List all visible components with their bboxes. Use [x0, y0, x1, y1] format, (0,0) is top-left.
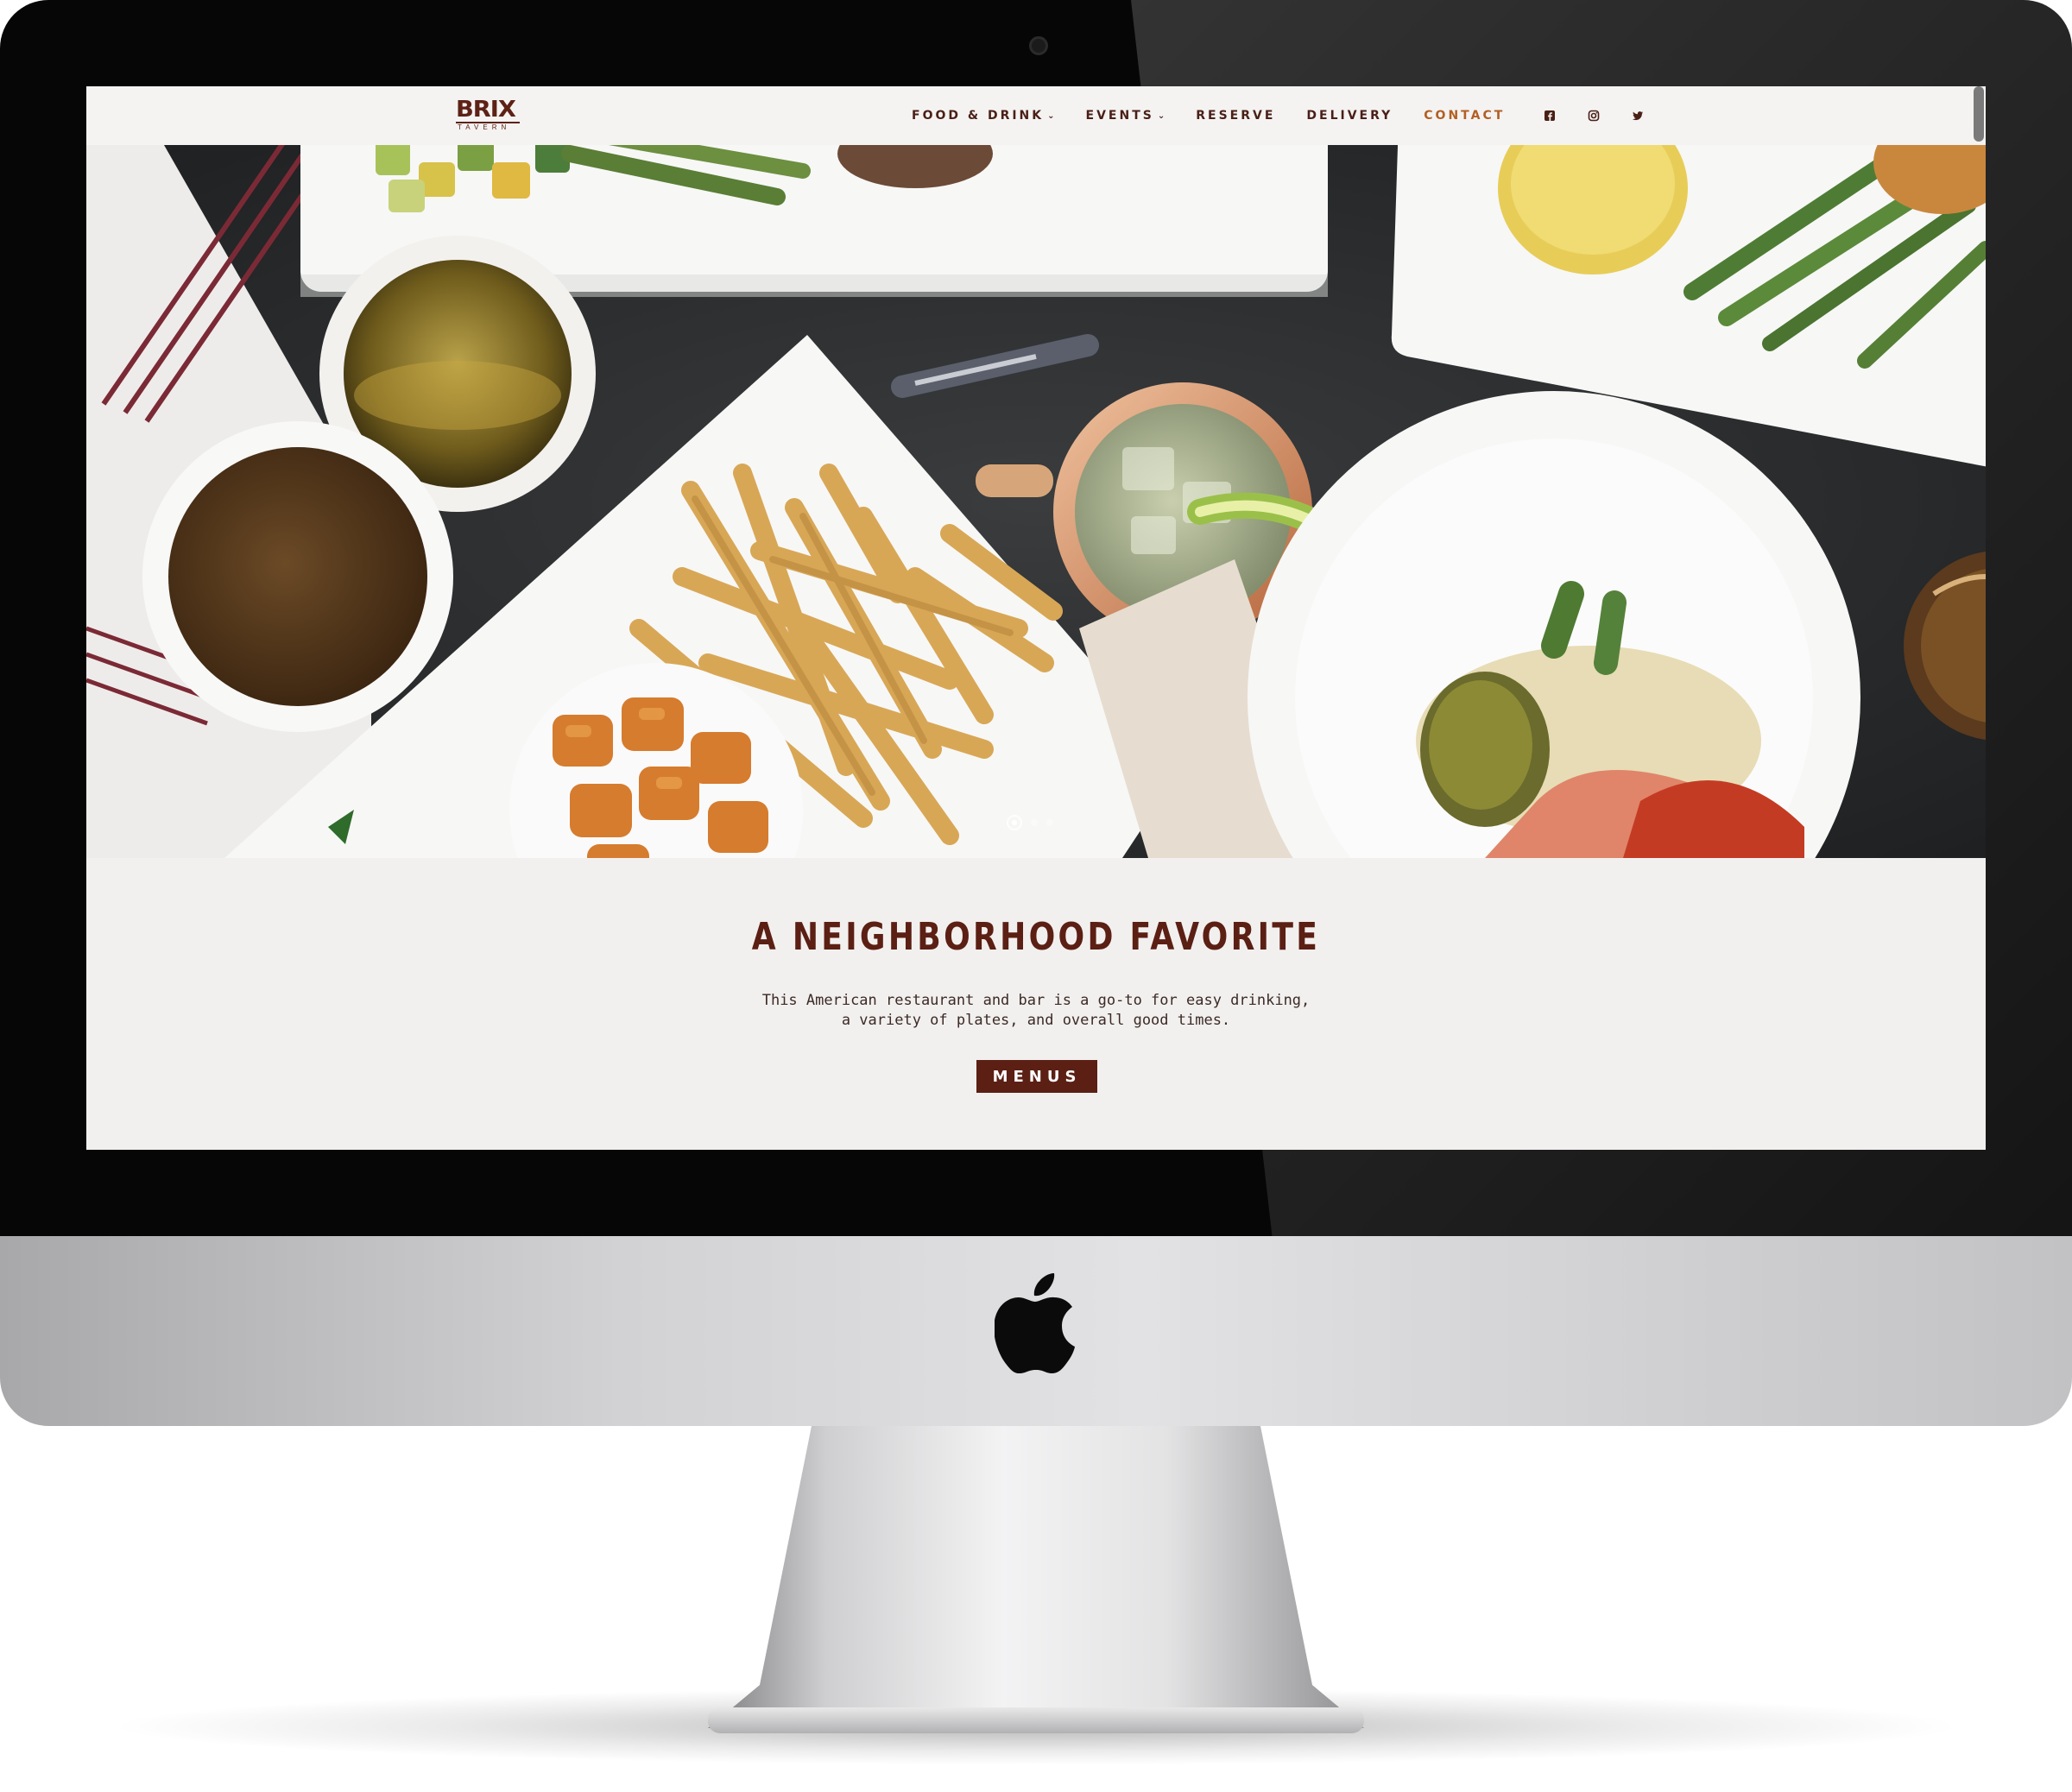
hero-food-photo	[86, 145, 1986, 858]
description-line: a variety of plates, and overall good ti…	[841, 1012, 1231, 1029]
nav-food-drink[interactable]: FOOD & DRINK ⌄	[912, 109, 1055, 123]
logo-wordmark: BRIX	[456, 97, 516, 123]
nav-delivery[interactable]: DELIVERY	[1306, 109, 1393, 123]
brand-logo[interactable]: BRIX TAVERN	[456, 98, 520, 133]
browser-viewport: BRIX TAVERN FOOD & DRINK ⌄ EVENTS ⌄ RESE…	[86, 86, 1986, 1150]
apple-logo-icon	[995, 1273, 1075, 1373]
description-line: This American restaurant and bar is a go…	[761, 992, 1311, 1009]
section-description: This American restaurant and bar is a go…	[691, 991, 1381, 1031]
nav-contact-label: CONTACT	[1424, 109, 1506, 123]
slider-dot[interactable]	[1046, 819, 1053, 826]
camera-icon	[1029, 36, 1048, 55]
imac-chin	[0, 1236, 2072, 1426]
instagram-icon[interactable]	[1587, 109, 1601, 123]
social-links	[1543, 109, 1675, 123]
site-header: BRIX TAVERN FOOD & DRINK ⌄ EVENTS ⌄ RESE…	[86, 86, 1986, 146]
menus-button[interactable]: MENUS	[976, 1060, 1097, 1093]
nav-delivery-label: DELIVERY	[1306, 109, 1393, 123]
nav-contact[interactable]: CONTACT	[1424, 109, 1505, 123]
nav-reserve[interactable]: RESERVE	[1196, 109, 1275, 123]
slider-dot-active[interactable]	[1007, 815, 1022, 830]
chevron-down-icon: ⌄	[1157, 110, 1166, 121]
nav-food-drink-label: FOOD & DRINK	[912, 109, 1045, 123]
imac-stand-base	[708, 1707, 1364, 1733]
screen-bezel: BRIX TAVERN FOOD & DRINK ⌄ EVENTS ⌄ RESE…	[0, 0, 2072, 1236]
nav-events[interactable]: EVENTS ⌄	[1086, 109, 1166, 123]
twitter-icon[interactable]	[1631, 109, 1645, 123]
logo-subtitle: TAVERN	[456, 122, 520, 131]
hero-slider	[86, 145, 1986, 858]
scrollbar[interactable]	[1974, 86, 1984, 142]
facebook-icon[interactable]	[1543, 109, 1557, 123]
imac-stand	[708, 1426, 1364, 1728]
slider-pagination	[1007, 815, 1062, 830]
nav-events-label: EVENTS	[1085, 109, 1154, 123]
section-title: A NEIGHBORHOOD FAVORITE	[751, 915, 1321, 959]
slider-dot[interactable]	[1031, 819, 1038, 826]
nav-reserve-label: RESERVE	[1196, 109, 1276, 123]
main-navigation: FOOD & DRINK ⌄ EVENTS ⌄ RESERVE DELIVERY	[912, 86, 1675, 145]
intro-section: A NEIGHBORHOOD FAVORITE This American re…	[86, 858, 1986, 1150]
chevron-down-icon: ⌄	[1047, 110, 1055, 121]
imac-frame: BRIX TAVERN FOOD & DRINK ⌄ EVENTS ⌄ RESE…	[0, 0, 2072, 1426]
